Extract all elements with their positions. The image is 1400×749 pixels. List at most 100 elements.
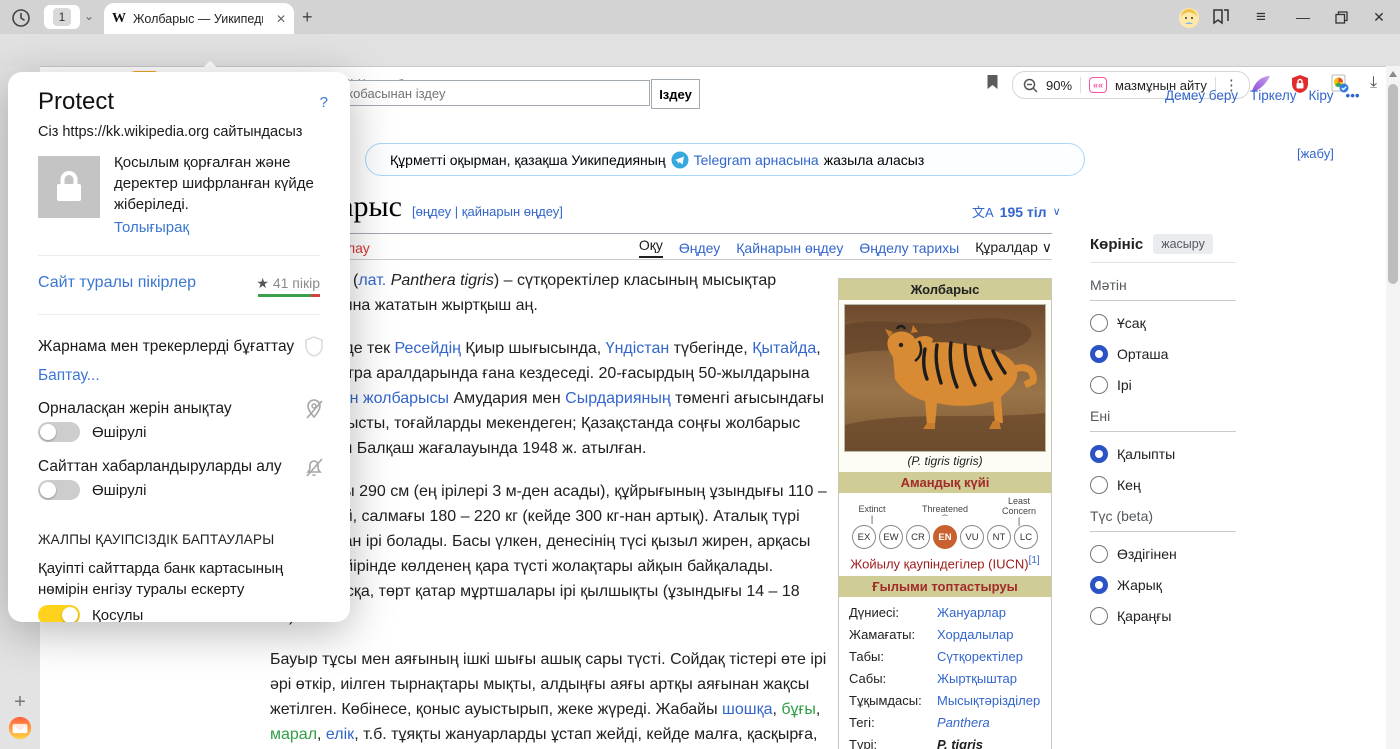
tab-list-chevron-icon[interactable]: ⌄ — [84, 9, 94, 23]
appearance-section-label: Ені — [1090, 408, 1236, 432]
taxonomy-row: Дүниесі: Жануарлар — [849, 601, 1043, 623]
article-text: Қиыр шығысында, — [460, 340, 606, 357]
adblock-setup-link[interactable]: Баптау... — [38, 367, 320, 385]
general-security-header: ЖАЛПЫ ҚАУІПСІЗДІК БАПТАУЛАРЫ — [38, 532, 275, 547]
taxonomy-value[interactable]: Мысықтәрізділер — [937, 693, 1040, 708]
location-toggle[interactable] — [38, 422, 80, 442]
radio-button[interactable] — [1090, 445, 1108, 463]
appearance-section-label: Мәтін — [1090, 277, 1236, 301]
wiki-header-link[interactable]: Тіркелу — [1250, 88, 1297, 103]
notifications-toggle[interactable] — [38, 480, 80, 500]
paragraph: Бауыр тұсы мен аяғының ішкі шығы ашық са… — [270, 647, 827, 749]
iucn-label-extinct: Extinct | — [858, 504, 886, 524]
view-tab-Өңдеу[interactable]: Өңдеу — [679, 240, 720, 256]
taxonomy-row: Табы: Сүтқоректілер — [849, 645, 1043, 667]
connection-lock-icon — [38, 156, 100, 218]
article-text: , — [815, 701, 821, 718]
new-tab-button[interactable]: + — [302, 7, 313, 28]
appearance-option-Ірі[interactable]: Ірі — [1090, 376, 1236, 394]
adblock-label: Жарнама мен трекерлерді бұғаттау — [38, 338, 295, 355]
article-link[interactable]: Қытайда — [752, 340, 816, 357]
tab-counter-button[interactable]: 1 — [44, 5, 80, 29]
protect-help-link[interactable]: ? — [320, 94, 328, 111]
yandex-mail-icon[interactable] — [8, 716, 32, 740]
appearance-hide-button[interactable]: жасыру — [1153, 234, 1213, 254]
wiki-header-links: Демеу беру Тіркелу Кіру ••• — [1165, 88, 1360, 103]
article-link[interactable]: Үндістан — [606, 340, 670, 357]
history-icon[interactable] — [8, 5, 34, 31]
tiger-image[interactable] — [844, 304, 1046, 452]
collections-icon[interactable] — [1210, 7, 1232, 27]
wiki-search-button[interactable]: Іздеу — [651, 79, 700, 109]
status-ref-link[interactable]: [1] — [1029, 555, 1040, 566]
option-label: Қалыпты — [1117, 446, 1176, 462]
title-edit-links[interactable]: [өңдеу | қайнарын өңдеу] — [412, 204, 563, 219]
taxonomy-label: Тегі: — [849, 714, 875, 730]
bookmark-icon[interactable] — [986, 74, 999, 90]
radio-button[interactable] — [1090, 345, 1108, 363]
appearance-option-Орташа[interactable]: Орташа — [1090, 345, 1236, 363]
profile-avatar[interactable] — [1178, 7, 1200, 28]
iucn-labels: Extinct | Threatened ⏞ Least Concern | — [843, 496, 1047, 526]
view-tab-Өңделу тарихы[interactable]: Өңделу тарихы — [859, 240, 959, 256]
banner-close-link[interactable]: [жабу] — [1297, 146, 1334, 161]
bank-warning-toggle-row: Қосулы — [38, 605, 143, 622]
view-tab-Қайнарын өңдеу[interactable]: Қайнарын өңдеу — [736, 240, 843, 256]
minimize-button[interactable]: — — [1292, 7, 1314, 27]
taxonomy-value[interactable]: Жануарлар — [937, 605, 1006, 620]
taxonomy-value[interactable]: Panthera — [937, 715, 990, 730]
connection-status-text: Қосылым қорғалған және деректер шифрланғ… — [114, 154, 314, 213]
radio-button[interactable] — [1090, 314, 1108, 332]
wiki-header-link[interactable]: ••• — [1345, 88, 1359, 103]
status-line: Жойылу қаупіндегілер (IUCN)[1] — [839, 551, 1051, 577]
menu-icon[interactable]: ≡ — [1250, 7, 1272, 27]
downloads-icon[interactable]: ⤓ — [1370, 74, 1377, 92]
wiki-header-link[interactable]: Демеу беру — [1165, 88, 1238, 103]
taxonomy-label: Түрі: — [849, 736, 878, 749]
sidebar-add-icon[interactable]: + — [8, 690, 32, 714]
option-label: Ірі — [1117, 377, 1132, 393]
view-tab-Құралдар ∨[interactable]: Құралдар ∨ — [975, 239, 1052, 256]
view-tab-Оқу[interactable]: Оқу — [638, 237, 663, 258]
taxonomy-value[interactable]: Хордалылар — [937, 627, 1013, 642]
article-link[interactable]: бұғы — [781, 701, 816, 718]
article-link[interactable]: марал — [270, 726, 317, 743]
radio-button[interactable] — [1090, 576, 1108, 594]
active-tab[interactable]: W Жолбарыс — Уикипеди ✕ — [104, 3, 294, 34]
radio-button[interactable] — [1090, 545, 1108, 563]
appearance-option-Ұсақ[interactable]: Ұсақ — [1090, 314, 1236, 332]
radio-button[interactable] — [1090, 476, 1108, 494]
scrollbar-thumb[interactable] — [1388, 84, 1398, 284]
taxonomy-row: Түрі: P. tigris — [849, 733, 1043, 749]
appearance-option-Жарық[interactable]: Жарық — [1090, 576, 1236, 594]
notifications-label: Сайттан хабарландыруларды алу — [38, 458, 282, 475]
taxonomy-label: Жамағаты: — [849, 626, 916, 642]
bank-warning-toggle[interactable] — [38, 605, 80, 622]
zoom-level[interactable]: 90% — [1046, 78, 1072, 93]
article-link[interactable]: елік — [326, 726, 354, 743]
article-link[interactable]: Ресейдің — [395, 340, 461, 357]
taxonomy-value[interactable]: Сүтқоректілер — [937, 649, 1023, 664]
appearance-option-Қараңғы[interactable]: Қараңғы — [1090, 607, 1236, 625]
scrollbar-up-arrow[interactable] — [1389, 71, 1397, 77]
close-window-button[interactable]: ✕ — [1368, 7, 1390, 27]
appearance-option-Өздігінен[interactable]: Өздігінен — [1090, 545, 1236, 563]
details-link[interactable]: Толығырақ — [114, 219, 320, 236]
radio-button[interactable] — [1090, 376, 1108, 394]
tab-close-icon[interactable]: ✕ — [276, 12, 286, 26]
radio-button[interactable] — [1090, 607, 1108, 625]
image-caption: (P. tigris tigris) — [839, 452, 1051, 472]
appearance-option-Қалыпты[interactable]: Қалыпты — [1090, 445, 1236, 463]
article-link[interactable]: Сырдарияның — [565, 390, 671, 407]
taxonomy-value[interactable]: Жыртқыштар — [937, 671, 1017, 686]
appearance-option-Кең[interactable]: Кең — [1090, 476, 1236, 494]
reviews-count[interactable]: ★ 41 пікір — [256, 275, 320, 292]
bank-warning-label: Қауіпті сайттарда банк картасының нөмірі… — [38, 560, 284, 598]
article-link[interactable]: лат. — [358, 272, 386, 289]
article-link[interactable]: шошқа — [722, 701, 772, 718]
language-selector[interactable]: 文А 195 тіл ∨ — [972, 202, 1061, 221]
telegram-channel-link[interactable]: Telegram арнасына — [694, 152, 819, 168]
restore-button[interactable] — [1330, 7, 1352, 27]
wiki-header-link[interactable]: Кіру — [1308, 88, 1333, 103]
zoom-lens-icon[interactable] — [1023, 78, 1038, 93]
